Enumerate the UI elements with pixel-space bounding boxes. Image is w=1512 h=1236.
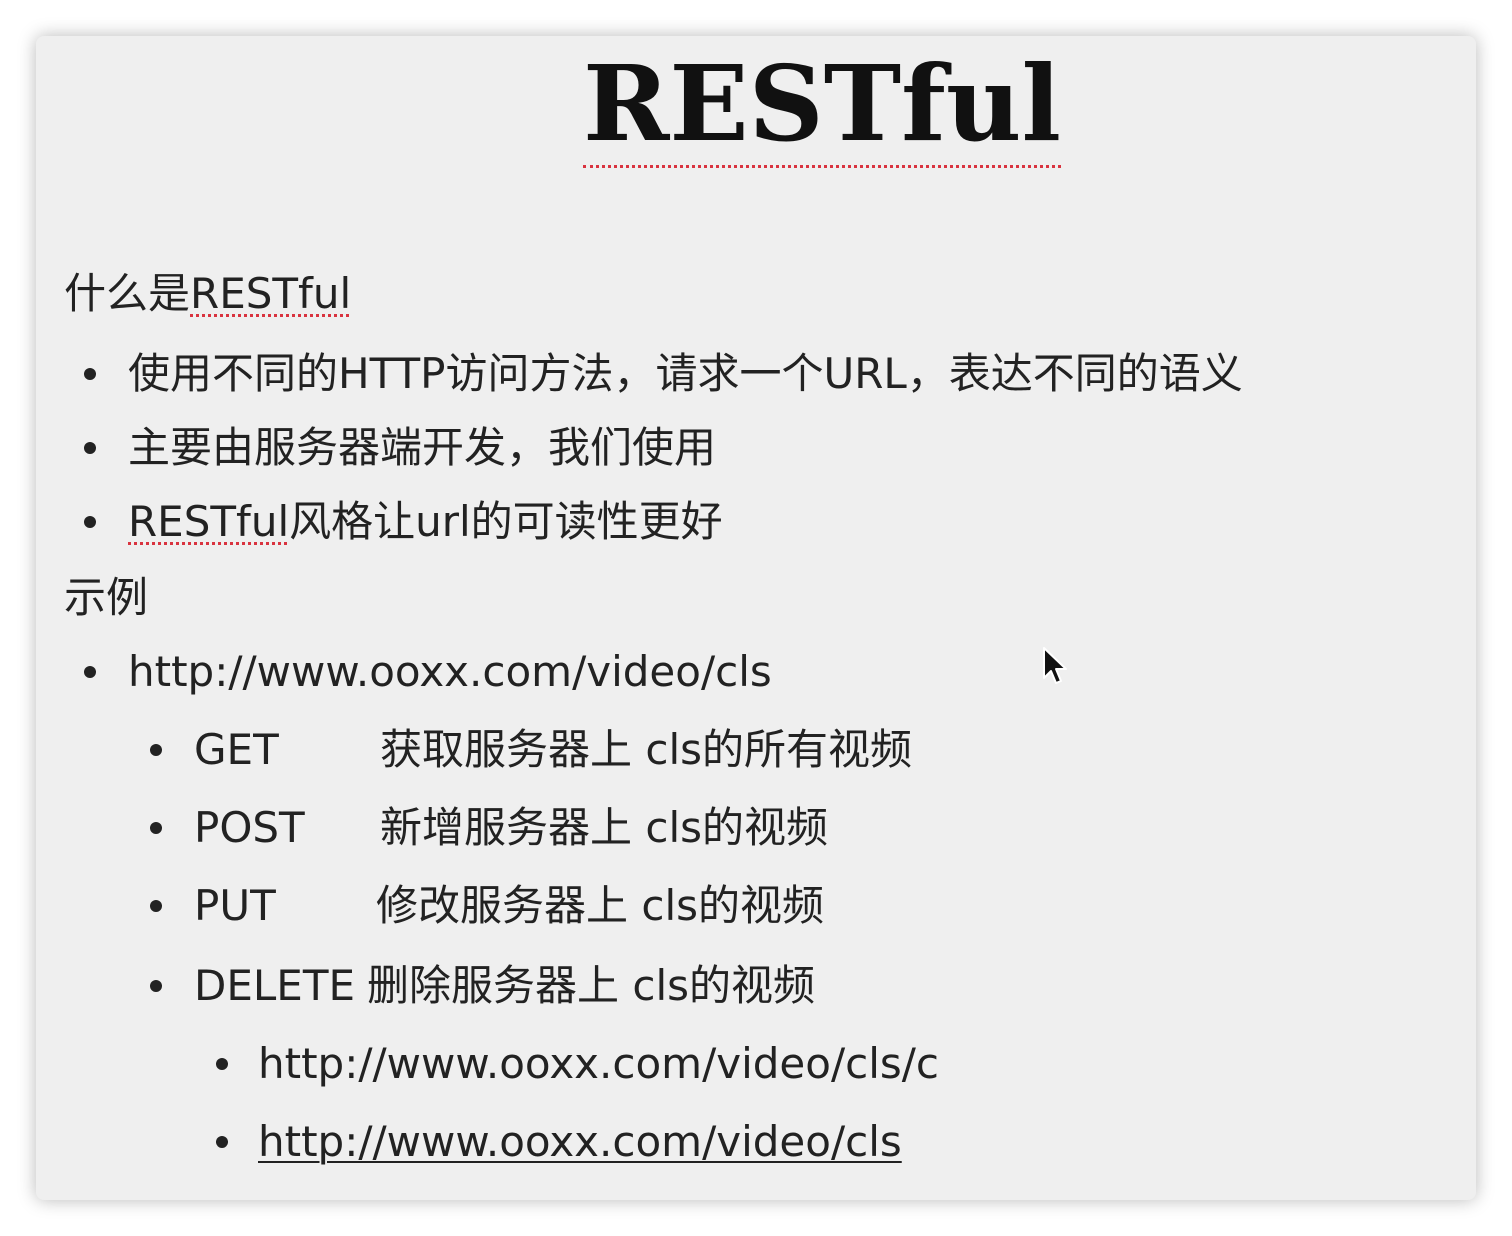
mouse-pointer-icon xyxy=(1043,647,1067,684)
restful-term: RESTful xyxy=(128,497,290,546)
method-item-put: PUT 修改服务器上 cls的视频 xyxy=(194,878,824,934)
bullet-dot xyxy=(84,442,96,454)
section-heading-example: 示例 xyxy=(64,573,149,622)
method-description: 修改服务器上 cls的视频 xyxy=(376,881,824,930)
http-method: POST xyxy=(194,803,305,852)
bullet-item: 使用不同的HTTP访问方法，请求一个URL，表达不同的语义 xyxy=(128,349,1243,398)
http-method: DELETE xyxy=(194,961,356,1010)
bullet-dot xyxy=(216,1136,228,1148)
method-description: 新增服务器上 cls的视频 xyxy=(380,803,828,852)
bullet-dot xyxy=(216,1058,228,1070)
bullet-dot xyxy=(84,368,96,380)
bullet-item: RESTful风格让url的可读性更好 xyxy=(128,497,723,546)
bullet-dot xyxy=(150,822,162,834)
http-method: GET xyxy=(194,725,279,774)
bullet-dot xyxy=(150,980,162,992)
slide-title: RESTful xyxy=(36,42,1476,168)
method-description: 获取服务器上 cls的所有视频 xyxy=(380,725,912,774)
bullet-dot xyxy=(84,516,96,528)
section-heading-what-is: 什么是RESTful xyxy=(64,269,352,318)
method-description: 删除服务器上 cls的视频 xyxy=(367,961,816,1010)
bullet-dot xyxy=(150,744,162,756)
method-item-delete: DELETE 删除服务器上 cls的视频 xyxy=(194,958,815,1014)
sub-url-link[interactable]: http://www.ooxx.com/video/cls xyxy=(258,1114,902,1170)
example-url: http://www.ooxx.com/video/cls xyxy=(128,647,772,696)
bullet-dot xyxy=(84,666,96,678)
bullet-item: 主要由服务器端开发，我们使用 xyxy=(128,423,717,472)
http-method: PUT xyxy=(194,881,276,930)
bullet-dot xyxy=(150,900,162,912)
method-item-post: POST 新增服务器上 cls的视频 xyxy=(194,800,828,856)
slide: RESTful 什么是RESTful 使用不同的HTTP访问方法，请求一个URL… xyxy=(36,36,1476,1200)
method-item-get: GET 获取服务器上 cls的所有视频 xyxy=(194,722,912,778)
sub-url-item: http://www.ooxx.com/video/cls/c xyxy=(258,1039,939,1088)
